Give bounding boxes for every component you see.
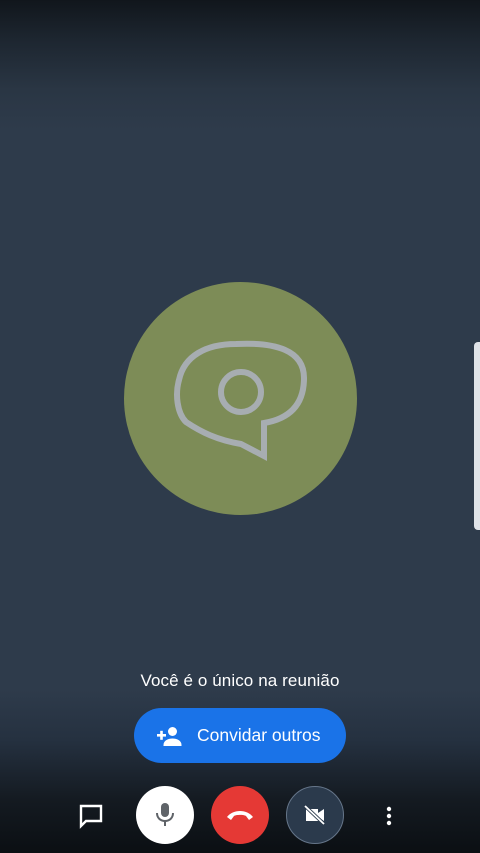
scroll-handle[interactable]: [474, 342, 480, 530]
chat-bubble-icon: [79, 804, 103, 829]
participant-avatar: [124, 282, 357, 515]
invite-others-label: Convidar outros: [197, 725, 321, 745]
phone-hangup-icon: [227, 811, 253, 820]
hang-up-button[interactable]: [211, 786, 269, 844]
more-vert-icon: [386, 806, 392, 826]
meeting-status-text: Você é o único na reunião: [140, 671, 340, 690]
microphone-button[interactable]: [136, 786, 194, 844]
person-add-icon: [154, 724, 182, 748]
chat-button[interactable]: [70, 795, 112, 837]
speech-bubble-ring-icon: [174, 340, 308, 461]
more-options-button[interactable]: [368, 795, 410, 837]
camera-off-icon: [303, 805, 326, 825]
invite-others-button[interactable]: Convidar outros: [134, 708, 346, 763]
microphone-icon: [156, 803, 174, 826]
camera-toggle-button[interactable]: [286, 786, 344, 844]
meeting-screen: Você é o único na reunião Convidar outro…: [0, 0, 480, 853]
